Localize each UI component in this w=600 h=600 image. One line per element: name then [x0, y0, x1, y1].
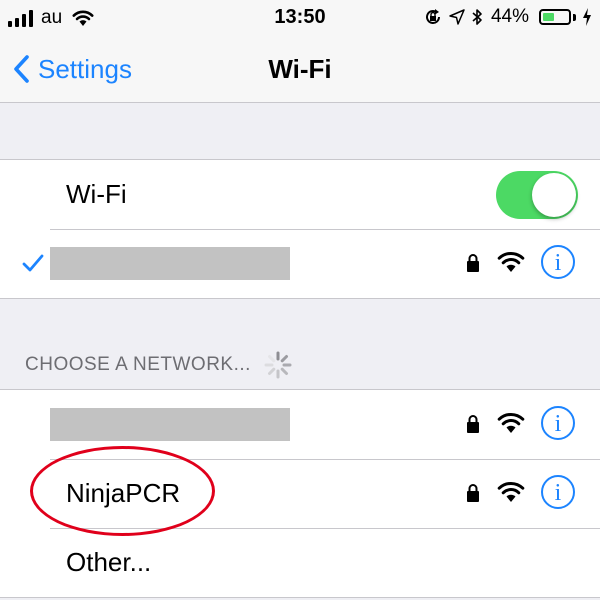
- toggle-knob: [532, 173, 576, 217]
- network-name: NinjaPCR: [66, 478, 181, 508]
- connected-network-row[interactable]: i: [0, 229, 600, 298]
- redacted-network-name: [50, 408, 290, 441]
- status-bar: au 13:50 44%: [0, 0, 600, 36]
- redacted-network-name: [50, 247, 290, 280]
- info-button[interactable]: i: [541, 406, 575, 440]
- network-row-ninjapcr[interactable]: NinjaPCR i: [0, 459, 600, 528]
- wifi-settings-group: Wi-Fi i: [0, 159, 600, 299]
- charging-bolt-icon: [583, 8, 591, 26]
- wifi-toggle-row: Wi-Fi: [0, 160, 600, 229]
- wifi-toggle-label: Wi-Fi: [66, 179, 127, 209]
- navigation-bar: Settings Wi-Fi: [0, 36, 600, 103]
- location-arrow-icon: [449, 9, 465, 25]
- network-row[interactable]: i: [0, 390, 600, 459]
- back-label: Settings: [38, 53, 132, 84]
- info-button[interactable]: i: [541, 475, 575, 509]
- wifi-toggle-switch[interactable]: [496, 171, 578, 219]
- lock-icon: [467, 415, 479, 433]
- lock-icon: [467, 484, 479, 502]
- loading-spinner-icon: [264, 351, 292, 379]
- lock-icon: [467, 254, 479, 272]
- battery-icon: [539, 9, 571, 25]
- rotation-lock-icon: [426, 9, 440, 24]
- checkmark-icon: [22, 254, 44, 272]
- bluetooth-icon: [472, 9, 482, 25]
- chevron-left-icon: [14, 55, 29, 83]
- network-row-other[interactable]: Other...: [0, 528, 600, 597]
- section-header: CHOOSE A NETWORK...: [25, 350, 293, 380]
- section-header-label: CHOOSE A NETWORK...: [25, 354, 251, 375]
- info-button[interactable]: i: [541, 245, 575, 279]
- back-button[interactable]: Settings: [12, 36, 132, 102]
- battery-tip: [573, 13, 576, 21]
- network-list: i NinjaPCR i Other...: [0, 389, 600, 598]
- wifi-signal-icon: [497, 251, 525, 272]
- network-name: Other...: [66, 547, 152, 577]
- battery-percent: 44%: [490, 6, 529, 27]
- wifi-signal-icon: [497, 481, 525, 502]
- wifi-signal-icon: [497, 412, 525, 433]
